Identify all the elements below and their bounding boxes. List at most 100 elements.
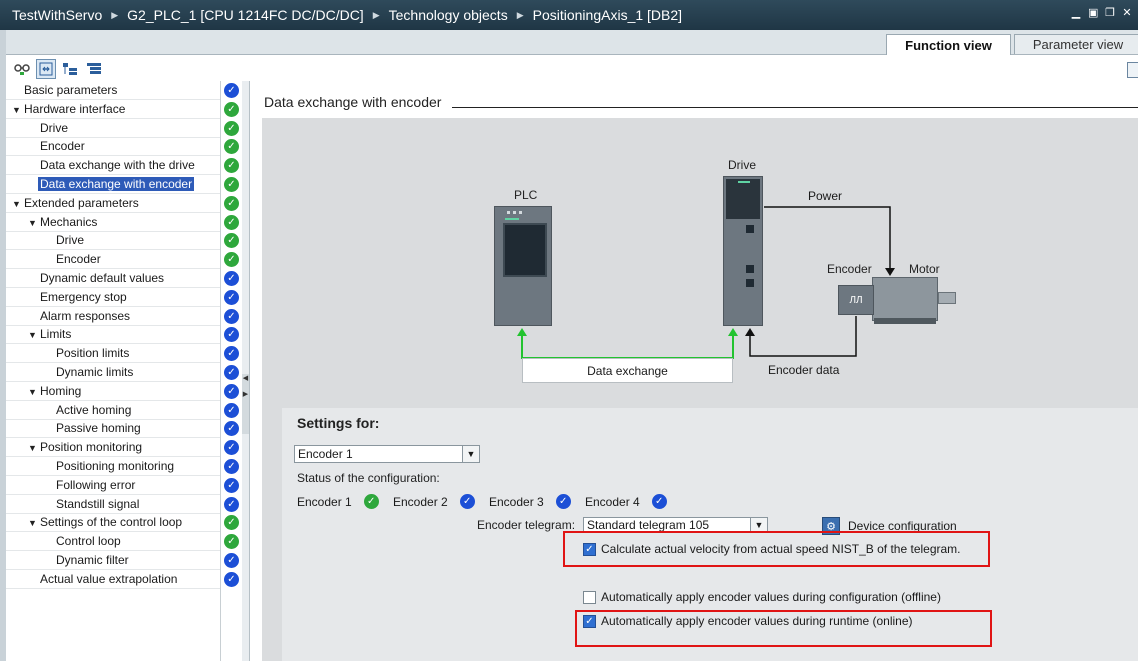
check-icon: ✓ [363, 494, 379, 509]
dropdown-arrow-icon[interactable]: ▼ [750, 518, 767, 532]
nav-item[interactable]: Dynamic limits [44, 363, 135, 381]
status-check-icon: ✓ [224, 440, 239, 455]
split-view-icon[interactable] [36, 59, 56, 79]
glasses-icon[interactable] [12, 59, 32, 79]
expand-tree-icon[interactable] [60, 59, 80, 79]
status-check-icon: ✓ [224, 553, 239, 568]
crumb-axis[interactable]: PositioningAxis_1 [DB2] [533, 7, 682, 23]
nav-item[interactable]: Active homing [44, 401, 133, 419]
crumb-technology-objects[interactable]: Technology objects [389, 7, 508, 23]
offline-checkbox[interactable] [583, 590, 596, 604]
view-tabs-strip: Function view Parameter view [6, 30, 1138, 55]
motor-base [874, 318, 936, 324]
nav-item[interactable]: Actual value extrapolation [28, 570, 179, 588]
check-icon: ✓ [651, 494, 667, 509]
nav-item-label: Standstill signal [56, 497, 140, 511]
nav-item[interactable]: Basic parameters [12, 81, 119, 99]
nav-item-label: Drive [56, 233, 85, 247]
status-check-icon: ✓ [224, 478, 239, 493]
navigation-tree: Basic parameters ▼ Hardware interface Drive… [6, 81, 220, 661]
encoder-2-status: Encoder 2 ✓ [393, 494, 475, 509]
nav-item[interactable]: ▼ Hardware interface [12, 100, 127, 118]
chevron-right-icon: ▶ [516, 9, 524, 20]
encoder-pulse-icon: ЛЛ [849, 294, 863, 306]
collapse-tree-icon[interactable] [84, 59, 104, 79]
nav-item[interactable]: Control loop [44, 532, 123, 550]
nav-item-label: Dynamic filter [56, 553, 129, 567]
panel-toggle-icon[interactable] [1127, 62, 1138, 78]
window-controls: ▁ ▣ ❐ ✕ [1071, 6, 1132, 19]
splitter-handle[interactable]: ◀ ▶ [242, 374, 249, 434]
encoder-select[interactable]: Encoder 1 ▼ [294, 445, 480, 463]
nav-item[interactable]: ▼ Extended parameters [12, 194, 141, 212]
nav-item[interactable]: Position limits [44, 344, 131, 362]
nav-item-label: Alarm responses [40, 309, 131, 323]
nav-item-label: Encoder [40, 139, 85, 153]
expand-arrow-icon[interactable]: ▼ [28, 514, 38, 532]
expand-arrow-icon[interactable]: ▼ [28, 383, 38, 401]
nav-item-label: Drive [40, 121, 69, 135]
expand-arrow-icon[interactable]: ▼ [28, 439, 38, 457]
nav-item[interactable]: Passive homing [44, 419, 143, 437]
nav-item[interactable]: ▼ Limits [28, 325, 73, 343]
encoder-device[interactable]: ЛЛ [838, 285, 874, 315]
nav-item[interactable]: Positioning monitoring [44, 457, 176, 475]
float-icon[interactable]: ❐ [1105, 6, 1115, 19]
crumb-plc[interactable]: G2_PLC_1 [CPU 1214FC DC/DC/DC] [127, 7, 364, 23]
status-column: ✓ ✓ ✓ ✓ ✓ ✓ ✓ ✓ ✓ ✓ ✓ ✓ ✓ ✓ ✓ ✓ ✓ ✓ ✓ ✓ ✓ ✓ ✓ ✓ ✓ ✓ ✓ [220, 81, 244, 661]
drive-port [746, 225, 754, 233]
nav-item-label: Data exchange with encoder [38, 177, 195, 191]
expand-arrow-icon[interactable]: ▼ [12, 195, 22, 213]
nav-item-label: Position limits [56, 346, 130, 360]
nav-item[interactable]: Alarm responses [28, 307, 132, 325]
nav-item[interactable]: Dynamic default values [28, 269, 166, 287]
nav-item[interactable]: Data exchange with encoder [28, 175, 195, 193]
nav-item-label: Dynamic limits [56, 365, 134, 379]
nav-item-label: Extended parameters [24, 196, 139, 210]
nav-item[interactable]: Dynamic filter [44, 551, 131, 569]
motor-label: Motor [909, 262, 940, 276]
nav-item[interactable]: ▼ Position monitoring [28, 438, 144, 456]
nav-item[interactable]: ▼ Mechanics [28, 213, 99, 231]
status-check-icon: ✓ [224, 196, 239, 211]
encoder-4-label: Encoder 4 [585, 494, 640, 509]
crumb-project[interactable]: TestWithServo [12, 7, 102, 23]
expand-arrow-icon[interactable]: ▼ [28, 326, 38, 344]
nav-item-label: Mechanics [40, 215, 98, 229]
nav-item-label: Active homing [56, 403, 132, 417]
tab-function-view[interactable]: Function view [886, 34, 1011, 55]
nav-item[interactable]: Drive [28, 119, 70, 137]
restore-icon[interactable]: ▣ [1088, 6, 1098, 19]
dropdown-arrow-icon[interactable]: ▼ [462, 446, 479, 462]
nav-item[interactable]: Drive [44, 231, 86, 249]
tab-parameter-view[interactable]: Parameter view [1014, 34, 1138, 54]
nav-item[interactable]: Standstill signal [44, 495, 141, 513]
plc-indicators [507, 211, 522, 214]
nav-item[interactable]: Following error [44, 476, 137, 494]
minimize-icon[interactable]: ▁ [1071, 6, 1081, 19]
nav-item-label: Data exchange with the drive [40, 158, 195, 172]
drive-device[interactable] [723, 176, 763, 326]
nav-item-label: Limits [40, 327, 72, 341]
nav-item-label: Homing [40, 384, 82, 398]
nav-item[interactable]: Encoder [44, 250, 103, 268]
status-check-icon: ✓ [224, 271, 239, 286]
nav-item[interactable]: Emergency stop [28, 288, 129, 306]
expand-arrow-icon[interactable]: ▼ [12, 101, 22, 119]
plc-device[interactable] [494, 206, 552, 326]
expand-arrow-icon[interactable]: ▼ [28, 214, 38, 232]
nav-item[interactable]: Data exchange with the drive [28, 156, 197, 174]
encoder-3-label: Encoder 3 [489, 494, 544, 509]
close-icon[interactable]: ✕ [1122, 6, 1132, 19]
nav-item-label: Actual value extrapolation [40, 572, 178, 586]
motor-device[interactable] [872, 277, 938, 321]
collapse-left-icon[interactable]: ◀ [242, 374, 249, 382]
expand-right-icon[interactable]: ▶ [242, 390, 249, 398]
panel-splitter[interactable] [242, 81, 250, 661]
nav-item[interactable]: ▼ Settings of the control loop [28, 513, 184, 531]
nav-item[interactable]: Encoder [28, 137, 87, 155]
encoder-1-status: Encoder 1 ✓ [297, 494, 379, 509]
nav-item[interactable]: ▼ Homing [28, 382, 83, 400]
offline-checkbox-row[interactable]: Automatically apply encoder values durin… [583, 590, 941, 604]
encoder-4-status: Encoder 4 ✓ [585, 494, 667, 509]
